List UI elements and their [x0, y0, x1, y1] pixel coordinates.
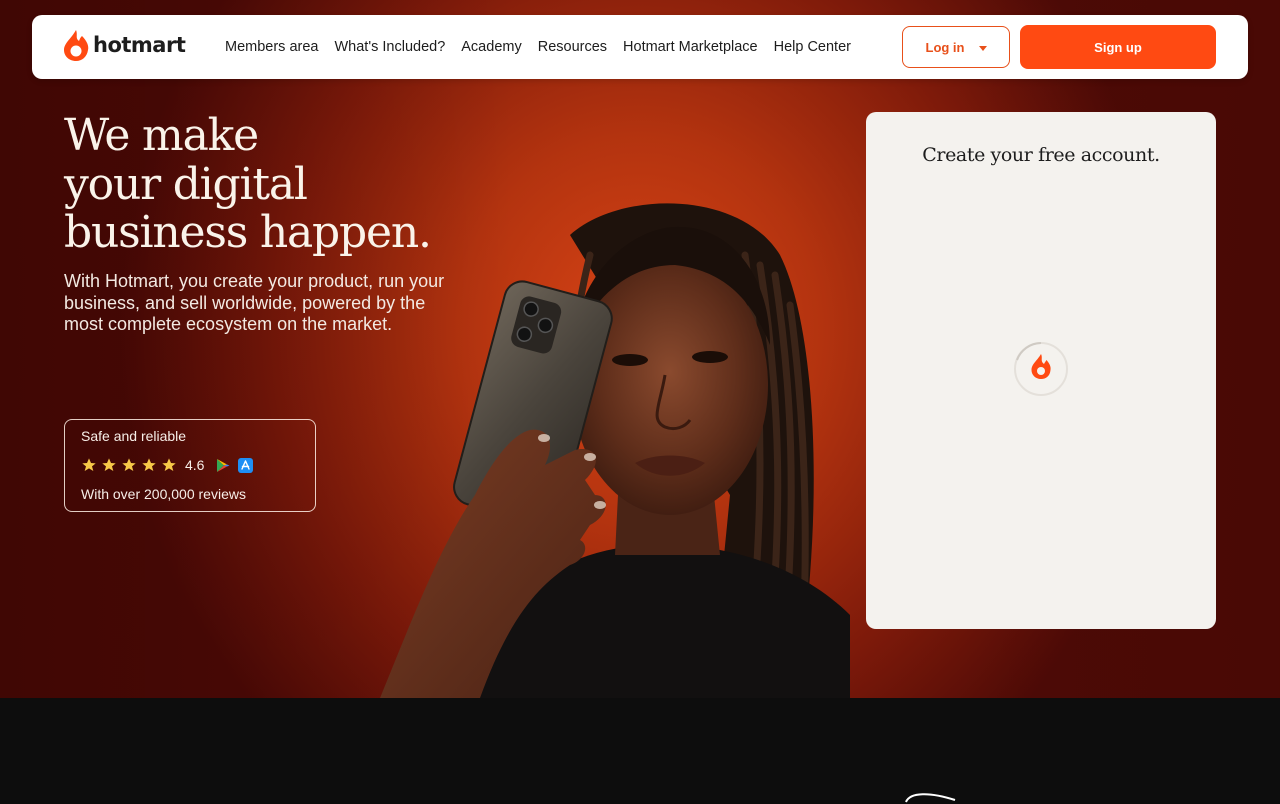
hotmart-logo[interactable]: hotmart — [63, 29, 186, 61]
login-button[interactable]: Log in — [902, 26, 1010, 68]
hero-subheadline: With Hotmart, you create your product, r… — [64, 271, 445, 334]
rating-row: 4.6 — [81, 457, 254, 473]
nav-members-area[interactable]: Members area — [225, 39, 318, 55]
signup-card-title: Create your free account. — [922, 144, 1160, 166]
signup-button[interactable]: Sign up — [1020, 25, 1216, 69]
signup-card: Create your free account. — [866, 112, 1216, 629]
headline-line: business happen. — [64, 207, 432, 258]
star-icon — [82, 458, 96, 471]
footer-band — [0, 698, 1280, 800]
nav-hotmart-marketplace[interactable]: Hotmart Marketplace — [623, 39, 758, 55]
rating-score: 4.6 — [185, 457, 205, 473]
rating-title: Safe and reliable — [81, 428, 187, 444]
google-play-icon — [217, 458, 230, 472]
chevron-down-icon — [978, 45, 987, 51]
star-icon — [162, 458, 176, 471]
headline-line: We make — [64, 110, 259, 161]
rating-card: Safe and reliable 4.6 With over 200,000 … — [64, 419, 316, 512]
loading-spinner-icon — [1014, 342, 1068, 396]
star-icon — [102, 458, 116, 471]
star-icon — [142, 458, 156, 471]
main-nav: Members area What's Included? Academy Re… — [225, 15, 851, 79]
nav-resources[interactable]: Resources — [538, 39, 607, 55]
top-navbar: hotmart Members area What's Included? Ac… — [32, 15, 1248, 79]
brand-wordmark: hotmart — [93, 33, 186, 57]
rating-reviews-text: With over 200,000 reviews — [81, 486, 246, 502]
hero-headline: We make your digital business happen. — [64, 110, 484, 258]
footer-doodle-graphic — [905, 793, 956, 803]
nav-help-center[interactable]: Help Center — [774, 39, 851, 55]
login-label: Log in — [925, 39, 965, 55]
nav-academy[interactable]: Academy — [461, 39, 521, 55]
signup-label: Sign up — [1094, 39, 1142, 55]
headline-line: your digital — [64, 158, 308, 210]
app-store-icon — [238, 457, 254, 473]
nav-whats-included[interactable]: What's Included? — [334, 39, 445, 55]
star-icon — [122, 458, 136, 471]
flame-icon — [64, 30, 89, 61]
